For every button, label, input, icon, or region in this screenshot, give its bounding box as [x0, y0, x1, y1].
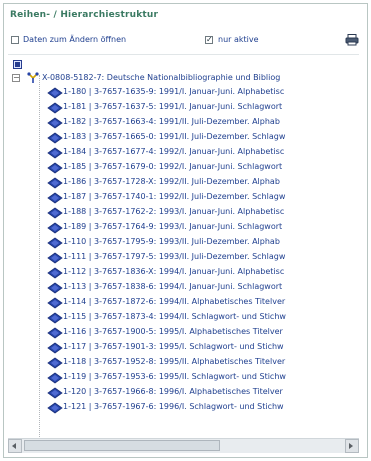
scrollbar-thumb[interactable]	[24, 440, 220, 451]
tree-child-label: 1-180 | 3-7657-1635-9: 1991/I. Januar-Ju…	[63, 87, 285, 96]
book-node-icon	[47, 387, 63, 399]
book-node-icon	[47, 177, 63, 189]
tree-child-label: 1-184 | 3-7657-1677-4: 1992/I. Januar-Ju…	[63, 147, 285, 156]
panel-title: Reihen- / Hierarchiestruktur	[10, 10, 159, 20]
scroll-right-arrow-icon[interactable]	[345, 439, 359, 453]
tree-child-label: 1-121 | 3-7657-1967-6: 1996/I. Schlagwor…	[63, 402, 284, 411]
book-node-icon	[47, 252, 63, 264]
tree-child-label: 1-185 | 3-7657-1679-0: 1992/I. Januar-Ju…	[63, 162, 283, 171]
book-node-icon	[47, 117, 63, 129]
book-node-icon	[47, 147, 63, 159]
tree-child-label: 1-189 | 3-7657-1764-9: 1993/I. Januar-Ju…	[63, 222, 283, 231]
book-node-icon	[47, 207, 63, 219]
book-node-icon	[47, 222, 63, 234]
book-node-icon	[47, 342, 63, 354]
book-node-icon	[47, 357, 63, 369]
tree-child-label: 1-182 | 3-7657-1663-4: 1991/II. Juli-Dez…	[63, 117, 280, 126]
tree-child-label: 1-118 | 3-7657-1952-8: 1995/II. Alphabet…	[63, 357, 286, 366]
tree-guide-line	[39, 75, 40, 437]
tree-child-label: 1-116 | 3-7657-1900-5: 1995/I. Alphabeti…	[63, 327, 283, 336]
tree-child-label: 1-181 | 3-7657-1637-5: 1991/I. Januar-Ju…	[63, 102, 283, 111]
book-node-icon	[47, 192, 63, 204]
collapse-minus-icon[interactable]: −	[12, 74, 20, 82]
horizontal-scrollbar[interactable]	[8, 438, 359, 453]
tree-child-label: 1-186 | 3-7657-1728-X: 1992/II. Juli-Dez…	[63, 177, 280, 186]
hierarchy-root-icon	[27, 72, 39, 83]
tree-child-label: 1-117 | 3-7657-1901-3: 1995/I. Schlagwor…	[63, 342, 284, 351]
tree-child-label: 1-187 | 3-7657-1740-1: 1992/II. Juli-Dez…	[63, 192, 286, 201]
book-node-icon	[47, 312, 63, 324]
book-node-icon	[47, 102, 63, 114]
printer-icon[interactable]	[345, 34, 359, 46]
tree-child-label: 1-114 | 3-7657-1872-6: 1994/II. Alphabet…	[63, 297, 286, 306]
tree-child-label: 1-119 | 3-7657-1953-6: 1995/II. Schlagwo…	[63, 372, 286, 381]
hierarchy-panel: Reihen- / Hierarchiestruktur Daten zum Ä…	[3, 3, 368, 458]
tree-child-label: 1-110 | 3-7657-1795-9: 1993/II. Juli-Dez…	[63, 237, 280, 246]
book-node-icon	[47, 327, 63, 339]
only-active-label[interactable]: nur aktive	[218, 35, 259, 44]
hierarchy-tree: − X-0808-5182-7: Deutsche Nationalbiblio…	[8, 54, 359, 437]
book-node-icon	[47, 297, 63, 309]
tree-child-label: 1-115 | 3-7657-1873-4: 1994/II. Schlagwo…	[63, 312, 286, 321]
tree-child-label: 1-112 | 3-7657-1836-X: 1994/I. Januar-Ju…	[63, 267, 285, 276]
tree-child-label: 1-113 | 3-7657-1838-6: 1994/I. Januar-Ju…	[63, 282, 283, 291]
tree-child-label: 1-120 | 3-7657-1966-8: 1996/I. Alphabeti…	[63, 387, 283, 396]
options-row: Daten zum Ändern öffnen ✓ nur aktive	[11, 34, 363, 48]
book-node-icon	[47, 87, 63, 99]
open-for-edit-label[interactable]: Daten zum Ändern öffnen	[23, 35, 126, 44]
tree-child-label: 1-188 | 3-7657-1762-2: 1993/I. Januar-Ju…	[63, 207, 285, 216]
tree-root-label: X-0808-5182-7: Deutsche Nationalbibliogr…	[42, 73, 281, 82]
only-active-checkbox[interactable]: ✓	[205, 36, 213, 44]
book-node-icon	[47, 402, 63, 414]
book-node-icon	[47, 162, 63, 174]
book-node-icon	[47, 237, 63, 249]
book-node-icon	[47, 372, 63, 384]
book-node-icon	[47, 267, 63, 279]
scroll-left-arrow-icon[interactable]	[8, 439, 22, 453]
tree-child-label: 1-111 | 3-7657-1797-5: 1993/II. Juli-Dez…	[63, 252, 286, 261]
tree-root-node-icon	[13, 60, 22, 69]
book-node-icon	[47, 282, 63, 294]
open-for-edit-checkbox[interactable]	[11, 36, 19, 44]
tree-child-label: 1-183 | 3-7657-1665-0: 1991/II. Juli-Dez…	[63, 132, 286, 141]
book-node-icon	[47, 132, 63, 144]
